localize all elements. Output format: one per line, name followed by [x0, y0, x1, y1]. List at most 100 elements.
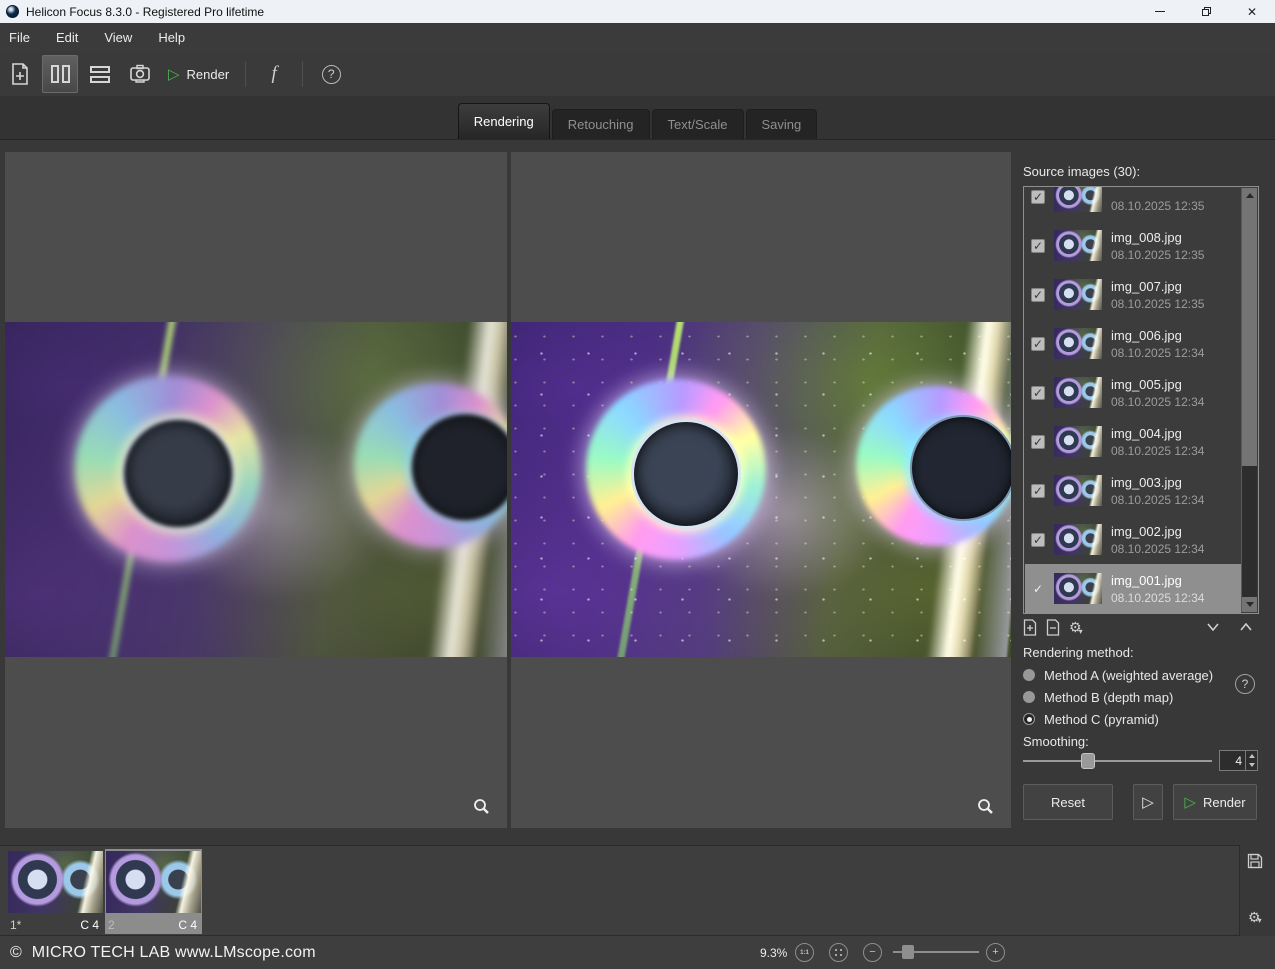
radio-unchecked-icon[interactable]	[1023, 691, 1035, 703]
result-index: 1*	[10, 918, 21, 932]
toolbar-render-button[interactable]: ▷ Render	[162, 55, 235, 93]
move-up-button[interactable]	[1228, 623, 1252, 631]
image-checkbox[interactable]: ✓	[1031, 288, 1045, 302]
smoothing-spinbox[interactable]: 4	[1219, 750, 1258, 771]
zoom-slider[interactable]	[893, 945, 979, 960]
image-date: 08.10.2025 12:34	[1111, 591, 1204, 605]
result-photo	[511, 322, 1011, 657]
source-image-row[interactable]: ✓ img_008.jpg08.10.2025 12:35	[1025, 221, 1241, 270]
scroll-up-button[interactable]	[1242, 188, 1257, 203]
smoothing-slider[interactable]	[1023, 752, 1212, 770]
tab-retouching[interactable]: Retouching	[552, 109, 650, 139]
zoom-percent: 9.3%	[760, 946, 787, 960]
result-image-view[interactable]	[511, 322, 1011, 657]
source-magnifier-button[interactable]	[471, 796, 491, 816]
render-queue-button[interactable]: ▷	[1133, 784, 1163, 820]
vertical-split-view-button[interactable]	[42, 55, 78, 93]
zoom-1to1-button[interactable]: 1:1	[795, 943, 814, 962]
smoothing-value[interactable]: 4	[1220, 751, 1245, 770]
result-magnifier-button[interactable]	[975, 796, 995, 816]
image-date: 08.10.2025 12:34	[1111, 395, 1204, 409]
tab-saving[interactable]: Saving	[746, 109, 818, 139]
scrollbar-thumb[interactable]	[1242, 203, 1257, 466]
method-help-button[interactable]: ?	[1235, 674, 1255, 694]
help-button[interactable]: ?	[313, 55, 349, 93]
radio-unchecked-icon[interactable]	[1023, 669, 1035, 681]
scroll-down-button[interactable]	[1242, 597, 1257, 612]
slider-handle[interactable]	[1081, 753, 1095, 769]
source-image-row[interactable]: ✓ img_005.jpg08.10.2025 12:34	[1025, 368, 1241, 417]
image-checkbox[interactable]: ✓	[1031, 239, 1045, 253]
toolbar-separator	[245, 61, 246, 87]
image-checkbox[interactable]: ✓	[1031, 386, 1045, 400]
minus-icon: −	[869, 947, 875, 958]
help-icon: ?	[322, 65, 341, 84]
result-thumbnail-image	[8, 851, 103, 913]
save-result-button[interactable]	[1247, 853, 1263, 869]
close-button[interactable]: ✕	[1229, 0, 1275, 23]
image-checkbox[interactable]: ✓	[1031, 484, 1045, 498]
list-settings-button[interactable]: ⚙▾	[1069, 619, 1083, 636]
radio-checked-icon[interactable]	[1023, 713, 1035, 725]
arrow-down-icon	[1249, 763, 1255, 767]
image-checkbox[interactable]: ✓	[1031, 435, 1045, 449]
add-images-button[interactable]	[1023, 619, 1037, 636]
source-image-row[interactable]: ✓ img_007.jpg08.10.2025 12:35	[1025, 270, 1241, 319]
menu-edit[interactable]: Edit	[43, 23, 91, 52]
source-image-row[interactable]: ✓ img_006.jpg08.10.2025 12:34	[1025, 319, 1241, 368]
floppy-save-icon	[1247, 853, 1263, 869]
source-image-row[interactable]: ✓ img_002.jpg08.10.2025 12:34	[1025, 515, 1241, 564]
results-filmstrip: 1* C 4 2 C 4	[0, 845, 1240, 936]
image-checkbox[interactable]: ✓	[1031, 337, 1045, 351]
result-view-panel[interactable]	[511, 152, 1011, 828]
menu-file[interactable]: File	[0, 23, 43, 52]
zoom-in-button[interactable]: +	[986, 943, 1005, 962]
result-method-badge: C 4	[178, 918, 197, 932]
source-image-row[interactable]: ✓ img_003.jpg08.10.2025 12:34	[1025, 466, 1241, 515]
method-b-option[interactable]: Method B (depth map)	[1023, 689, 1173, 705]
result-thumb-2-selected[interactable]: 2 C 4	[105, 849, 202, 934]
method-c-option[interactable]: Method C (pyramid)	[1023, 711, 1159, 727]
method-a-option[interactable]: Method A (weighted average)	[1023, 667, 1213, 683]
image-checkbox[interactable]: ✓	[1031, 582, 1045, 596]
tab-text-scale[interactable]: Text/Scale	[652, 109, 744, 139]
restore-button[interactable]	[1183, 0, 1229, 23]
slider-track[interactable]	[1023, 760, 1212, 762]
render-play-icon: ▷	[168, 67, 180, 82]
tab-rendering[interactable]: Rendering	[458, 103, 550, 139]
restore-icon	[1202, 7, 1211, 16]
add-file-icon	[1023, 619, 1037, 636]
source-image-row-selected[interactable]: ✓ img_001.jpg08.10.2025 12:34	[1025, 564, 1241, 613]
fit-screen-button[interactable]	[829, 943, 848, 962]
menu-view[interactable]: View	[91, 23, 145, 52]
image-filename: img_006.jpg	[1111, 328, 1204, 343]
render-button[interactable]: ▷ Render	[1173, 784, 1257, 820]
minimize-button[interactable]	[1137, 0, 1183, 23]
dropdown-arrow-icon: ▾	[1258, 916, 1262, 925]
spin-down-button[interactable]	[1246, 761, 1257, 771]
zoom-out-button[interactable]: −	[863, 943, 882, 962]
image-date: 08.10.2025 12:35	[1111, 248, 1204, 262]
source-image-view[interactable]	[5, 322, 507, 657]
menu-help[interactable]: Help	[145, 23, 198, 52]
reset-button[interactable]: Reset	[1023, 784, 1113, 820]
facebook-share-button[interactable]: f	[256, 55, 292, 93]
spin-up-button[interactable]	[1246, 751, 1257, 761]
filmstrip-settings-button[interactable]: ⚙▾	[1248, 908, 1262, 925]
list-scrollbar[interactable]	[1241, 188, 1257, 612]
source-images-viewport: ✓ img_009.jpg08.10.2025 12:35 ✓ img_008.…	[1025, 187, 1241, 613]
source-image-row[interactable]: ✓ img_004.jpg08.10.2025 12:34	[1025, 417, 1241, 466]
source-view-panel[interactable]	[5, 152, 507, 828]
remove-images-button[interactable]	[1046, 619, 1060, 636]
smoothing-label: Smoothing:	[1023, 734, 1089, 749]
image-checkbox[interactable]: ✓	[1031, 533, 1045, 547]
camera-icon	[129, 64, 151, 84]
horizontal-split-view-button[interactable]	[82, 55, 118, 93]
move-down-button[interactable]	[1195, 623, 1219, 631]
camera-remote-button[interactable]	[122, 55, 158, 93]
new-project-button[interactable]	[2, 55, 38, 93]
result-thumb-1[interactable]: 1* C 4	[7, 849, 104, 934]
source-image-row[interactable]: ✓ img_009.jpg08.10.2025 12:35	[1025, 187, 1241, 221]
image-checkbox[interactable]: ✓	[1031, 190, 1045, 204]
zoom-slider-handle[interactable]	[902, 945, 914, 959]
